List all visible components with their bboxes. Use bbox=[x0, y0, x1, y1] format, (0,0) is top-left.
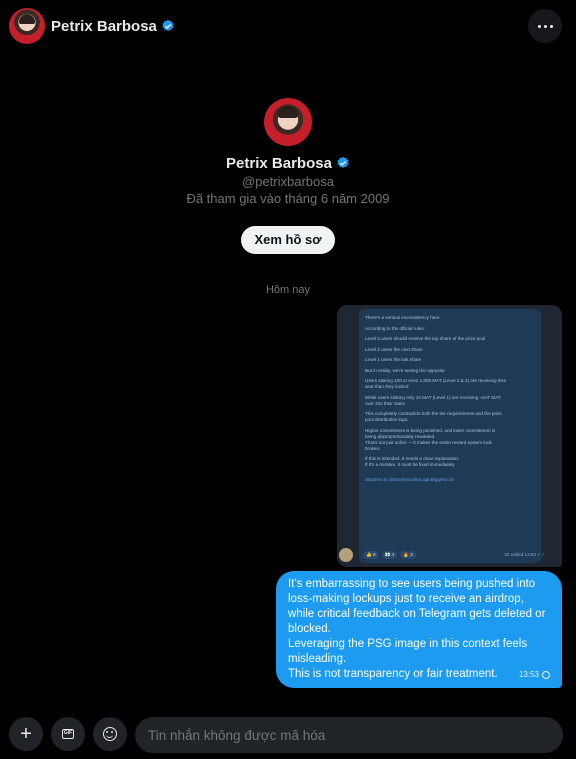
message-time: 13:53 bbox=[519, 667, 550, 682]
header-name[interactable]: Petrix Barbosa bbox=[51, 18, 157, 35]
message-paragraph: Leveraging the PSG image in this context… bbox=[288, 638, 528, 665]
message-paragraph: It’s embarrassing to see users being pus… bbox=[288, 578, 546, 635]
date-separator: Hôm nay bbox=[265, 284, 311, 296]
telegram-meta: 33 edited 13:53 ✓✓ bbox=[504, 552, 545, 557]
gif-icon: GIF bbox=[62, 729, 74, 739]
reaction-chip: 👀 4 bbox=[381, 551, 398, 559]
message-paragraph: This is not transparency or fair treatme… bbox=[288, 668, 498, 680]
profile-summary: Petrix Barbosa @petrixbarbosa Đã tham gi… bbox=[0, 98, 576, 254]
emoji-button[interactable] bbox=[93, 717, 127, 751]
add-attachment-button[interactable]: + bbox=[9, 717, 43, 751]
conversation-header: Petrix Barbosa bbox=[0, 0, 576, 52]
profile-avatar[interactable] bbox=[264, 98, 312, 146]
telegram-text-line: attached to @DonkeyUnityLogicBiggest LW bbox=[365, 477, 454, 482]
gif-button[interactable]: GIF bbox=[51, 717, 85, 751]
telegram-avatar bbox=[339, 548, 353, 562]
message-input[interactable] bbox=[135, 717, 563, 753]
profile-joined-date: Đã tham gia vào tháng 6 năm 2009 bbox=[186, 191, 390, 206]
view-profile-button[interactable]: Xem hồ sơ bbox=[241, 226, 335, 254]
message-timestamp: 13:53 bbox=[518, 670, 539, 679]
plus-icon: + bbox=[20, 723, 32, 745]
profile-name: Petrix Barbosa bbox=[226, 155, 332, 172]
message-composer: + GIF bbox=[0, 712, 576, 756]
more-horizontal-icon bbox=[537, 24, 541, 28]
emoji-icon bbox=[103, 727, 117, 741]
avatar[interactable] bbox=[9, 8, 45, 44]
profile-handle: @petrixbarbosa bbox=[242, 174, 334, 189]
reaction-chip: 🔥 3 bbox=[400, 551, 416, 559]
profile-name-row: Petrix Barbosa bbox=[0, 155, 576, 172]
text-message-bubble[interactable]: It’s embarrassing to see users being pus… bbox=[276, 571, 562, 688]
telegram-screenshot: There's a serious inconsistency here. Acc… bbox=[359, 309, 541, 563]
telegram-footer: 👍 8 👀 4 🔥 3 33 edited 13:53 ✓✓ bbox=[339, 548, 559, 562]
reaction-chip: 👍 8 bbox=[363, 551, 379, 559]
verified-badge-icon bbox=[162, 19, 174, 31]
more-options-button[interactable] bbox=[528, 9, 562, 43]
verified-badge-icon bbox=[337, 156, 349, 168]
image-message[interactable]: There's a serious inconsistency here. Acc… bbox=[337, 305, 562, 567]
sent-status-icon bbox=[542, 670, 550, 679]
